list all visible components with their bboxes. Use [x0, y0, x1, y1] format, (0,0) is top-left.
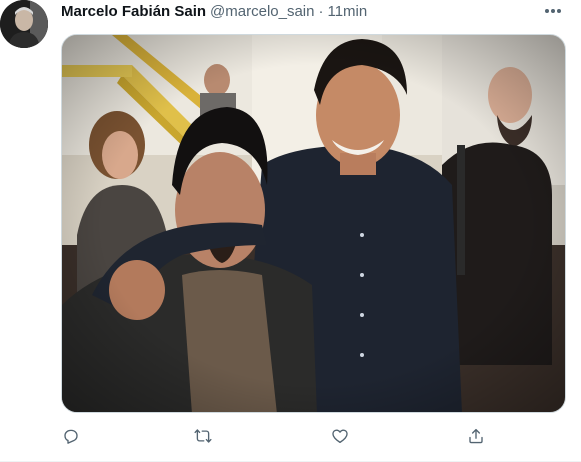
photo-image: [62, 35, 565, 412]
tweet-header: Marcelo Fabián Sain @marcelo_sain · 11mi…: [61, 2, 569, 22]
more-horizontal-icon: [545, 9, 561, 13]
share-icon: [469, 428, 483, 444]
heart-icon: [332, 429, 348, 444]
reply-icon: [64, 429, 78, 444]
avatar[interactable]: [0, 0, 48, 48]
like-button[interactable]: [329, 425, 351, 447]
tweet[interactable]: Marcelo Fabián Sain @marcelo_sain · 11mi…: [0, 0, 581, 462]
retweet-button[interactable]: [192, 425, 214, 447]
tweet-actions: [61, 425, 501, 447]
author-handle[interactable]: @marcelo_sain: [210, 2, 314, 22]
separator-dot: ·: [318, 3, 324, 20]
share-button[interactable]: [465, 425, 487, 447]
more-options-button[interactable]: [543, 3, 563, 19]
author-display-name[interactable]: Marcelo Fabián Sain: [61, 2, 206, 22]
reply-button[interactable]: [60, 425, 82, 447]
avatar-image: [0, 0, 48, 48]
tweet-timestamp[interactable]: 11min: [327, 2, 367, 22]
tweet-photo[interactable]: [61, 34, 566, 413]
retweet-icon: [194, 429, 212, 443]
